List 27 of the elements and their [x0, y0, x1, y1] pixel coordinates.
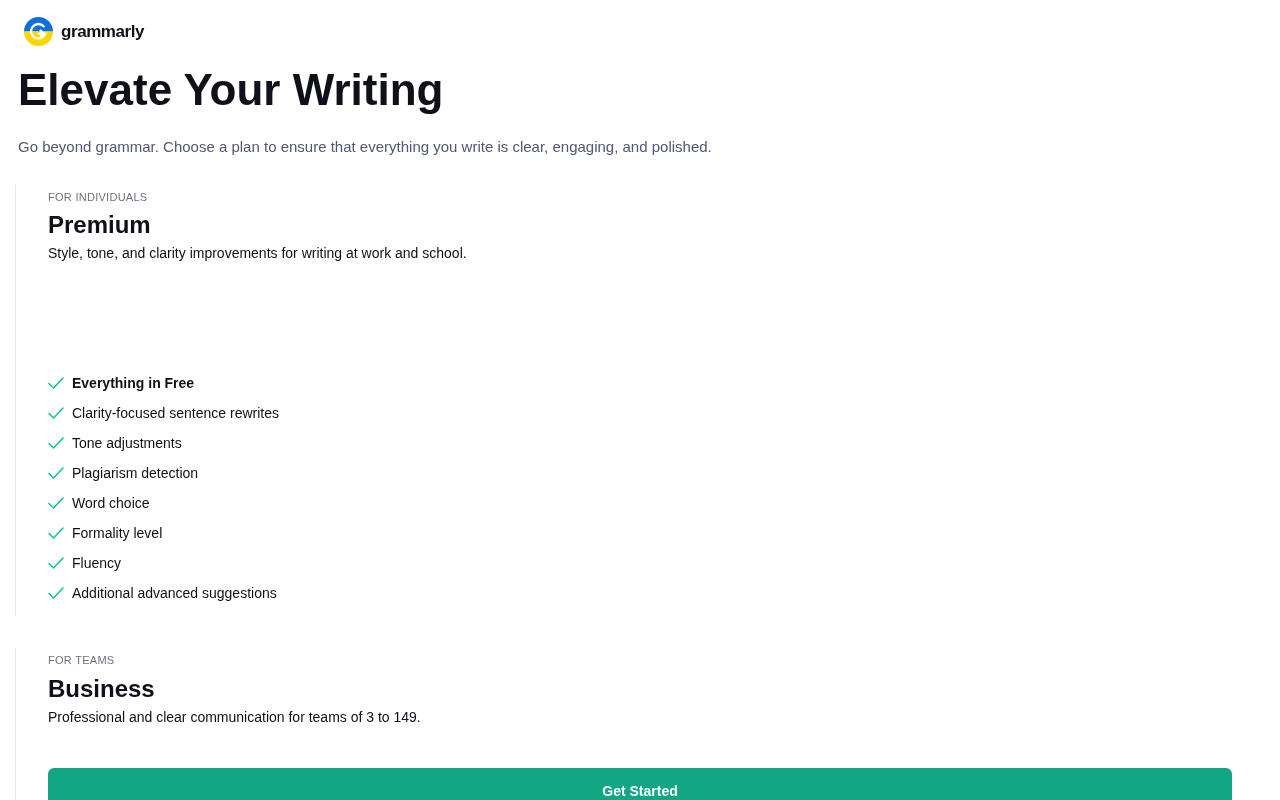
get-started-button[interactable]: Get Started — [48, 767, 1232, 800]
check-icon — [48, 587, 64, 599]
brand-name: grammarly — [61, 20, 145, 43]
feature-item: Tone adjustments — [72, 433, 182, 453]
feature-item: Clarity-focused sentence rewrites — [72, 403, 279, 423]
check-icon — [48, 437, 64, 449]
feature-item: Plagiarism detection — [72, 463, 199, 483]
check-icon — [48, 497, 64, 509]
check-icon — [48, 557, 64, 569]
plan-eyebrow: FOR INDIVIDUALS — [48, 189, 149, 205]
plan-title: Business — [48, 673, 156, 704]
page-title: Elevate Your Writing — [17, 64, 445, 116]
check-icon — [48, 407, 64, 419]
logo-icon — [24, 17, 53, 46]
plan-eyebrow: FOR TEAMS — [48, 653, 116, 668]
feature-item: Formality level — [72, 523, 163, 543]
check-icon — [48, 377, 64, 389]
plan-description: Professional and clear communication for teams of 3 to 149. — [48, 707, 422, 727]
check-icon — [48, 527, 64, 539]
check-icon — [48, 467, 64, 479]
feature-item: Word choice — [72, 493, 150, 513]
plan-description: Style, tone, and clarity improvements for writing at work and school. — [48, 244, 468, 263]
feature-item: Everything in Free — [72, 373, 195, 393]
feature-item: Additional advanced suggestions — [72, 583, 277, 603]
plan-title: Premium — [48, 210, 152, 240]
feature-item: Fluency — [72, 553, 122, 573]
page-subtitle: Go beyond grammar. Choose a plan to ensure that everything you write is clear, engaging, and polished. — [17, 137, 713, 157]
